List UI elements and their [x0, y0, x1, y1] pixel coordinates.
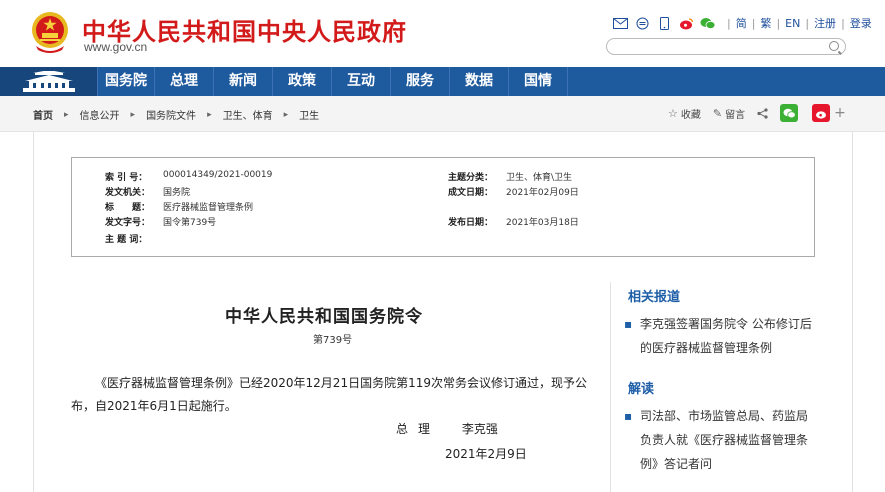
- share-button[interactable]: [757, 107, 768, 119]
- meta-index-label: 索 引 号：: [105, 173, 148, 183]
- meta-doc-no-row: 发文字号： 国令第739号: [105, 215, 216, 228]
- document-meta-table: 索 引 号： 000014349/2021-00019 主题分类： 卫生、体育\…: [71, 157, 815, 257]
- link-register[interactable]: 注册: [814, 15, 836, 31]
- mail-icon[interactable]: [612, 16, 628, 30]
- meta-keywords-label: 主 题 词：: [105, 235, 148, 245]
- breadcrumb-health[interactable]: 卫生: [299, 107, 319, 122]
- breadcrumb: 首页 ▸ 信息公开 ▸ 国务院文件 ▸ 卫生、体育 ▸ 卫生: [33, 107, 319, 123]
- breadcrumb-home[interactable]: 首页: [33, 107, 53, 122]
- search-icon[interactable]: [829, 41, 839, 51]
- weibo-icon: [815, 110, 826, 119]
- link-simplified[interactable]: 简: [736, 15, 747, 31]
- meta-published-label: 发布日期：: [448, 218, 494, 228]
- edit-icon: ✎: [712, 106, 723, 120]
- breadcrumb-state-council-docs[interactable]: 国务院文件: [146, 107, 196, 122]
- favorite-button[interactable]: ☆ 收藏: [668, 106, 701, 121]
- signature-name: 李克强: [461, 422, 498, 436]
- meta-issuer-value: 国务院: [163, 188, 191, 198]
- separator: |: [776, 16, 781, 30]
- meta-doc-no-label: 发文字号：: [105, 218, 151, 228]
- meta-category-value: 卫生、体育\卫生: [506, 173, 573, 183]
- link-traditional[interactable]: 繁: [760, 15, 771, 31]
- separator: |: [805, 16, 810, 30]
- nav-item-national-conditions[interactable]: 国情: [509, 67, 568, 96]
- breadcrumb-bar: 首页 ▸ 信息公开 ▸ 国务院文件 ▸ 卫生、体育 ▸ 卫生 ☆ 收藏 ✎ 留言…: [0, 96, 885, 132]
- top-links: | 简 | 繁 | EN | 注册 | 登录: [612, 15, 872, 31]
- breadcrumb-info-disclosure[interactable]: 信息公开: [80, 107, 120, 122]
- star-icon: ☆: [668, 106, 678, 120]
- bullet-icon: ▪: [624, 409, 633, 423]
- breadcrumb-health-sports[interactable]: 卫生、体育: [223, 107, 273, 122]
- search-input[interactable]: [606, 38, 846, 55]
- nav-item-interaction[interactable]: 互动: [332, 67, 391, 96]
- meta-published-value: 2021年03月18日: [506, 218, 579, 228]
- meta-doc-no-value: 国令第739号: [163, 218, 217, 228]
- meta-category-label: 主题分类：: [448, 173, 494, 183]
- chevron-right-icon: ▸: [207, 109, 212, 120]
- meta-published-row: 发布日期： 2021年03月18日: [448, 215, 579, 228]
- sign-date: 2021年2月9日: [445, 447, 527, 461]
- share-wechat-button[interactable]: [780, 104, 799, 122]
- signature-role: 总理: [396, 422, 441, 436]
- chevron-right-icon: ▸: [130, 109, 136, 120]
- weibo-icon[interactable]: [678, 16, 694, 30]
- chevron-right-icon: ▸: [283, 109, 289, 120]
- article-title: 中华人民共和国国务院令: [225, 307, 423, 327]
- wechat-icon: [783, 108, 796, 118]
- nav-item-policies[interactable]: 政策: [273, 67, 332, 96]
- site-header: 中华人民共和国中央人民政府 www.gov.cn | 简 | 繁 | EN | …: [0, 0, 885, 67]
- meta-title-value: 医疗器械监督管理条例: [163, 203, 254, 213]
- meta-issuer-label: 发文机关：: [105, 188, 151, 198]
- nav-item-premier[interactable]: 总理: [155, 67, 214, 96]
- nav-item-data[interactable]: 数据: [450, 67, 509, 96]
- article-body: 《医疗器械监督管理条例》已经2020年12月21日国务院第119次常务会议修订通…: [71, 376, 587, 413]
- meta-issuer-row: 发文机关： 国务院: [105, 185, 190, 198]
- nav-item-state-council[interactable]: 国务院: [97, 67, 155, 96]
- meta-created-value: 2021年02月09日: [506, 188, 579, 198]
- tiananmen-logo-icon[interactable]: [0, 67, 97, 96]
- site-url[interactable]: www.gov.cn: [84, 40, 147, 54]
- meta-title-label: 标 题：: [105, 203, 151, 213]
- related-report-link[interactable]: ▪ 李克强签署国务院令 公布修订后的医疗器械监督管理条例: [624, 312, 814, 360]
- article-actions: ☆ 收藏 ✎ 留言 +: [668, 104, 846, 122]
- share-icon: [757, 107, 768, 119]
- national-emblem-icon[interactable]: [30, 10, 70, 54]
- comment-label: 留言: [725, 109, 746, 121]
- meta-index-row: 索 引 号： 000014349/2021-00019: [105, 170, 272, 183]
- chevron-right-icon: ▸: [64, 109, 69, 120]
- more-share-button[interactable]: +: [834, 105, 846, 121]
- main-nav: 国务院 总理 新闻 政策 互动 服务 数据 国情: [0, 67, 885, 96]
- separator: |: [727, 16, 731, 30]
- meta-category-row: 主题分类： 卫生、体育\卫生: [448, 170, 572, 183]
- related-reports-heading: 相关报道: [628, 290, 681, 305]
- nav-item-news[interactable]: 新闻: [214, 67, 273, 96]
- wechat-icon[interactable]: [700, 16, 716, 30]
- meta-created-row: 成文日期： 2021年02月09日: [448, 185, 579, 198]
- signature: 总理 李克强: [396, 420, 498, 437]
- share-weibo-button[interactable]: [812, 104, 831, 122]
- meta-title-row: 标 题： 医疗器械监督管理条例: [105, 200, 253, 213]
- meta-keywords-row: 主 题 词：: [105, 232, 163, 245]
- link-login[interactable]: 登录: [850, 15, 872, 31]
- separator: |: [751, 16, 756, 30]
- comment-button[interactable]: ✎ 留言: [713, 106, 745, 121]
- related-report-text[interactable]: 李克强签署国务院令 公布修订后的医疗器械监督管理条例: [624, 312, 814, 360]
- link-english[interactable]: EN: [785, 17, 800, 30]
- nav-item-services[interactable]: 服务: [391, 67, 450, 96]
- separator: |: [841, 16, 845, 30]
- bullet-icon: ▪: [624, 317, 633, 331]
- message-icon[interactable]: [634, 16, 650, 30]
- interpretation-link[interactable]: ▪ 司法部、市场监管总局、药监局负责人就《医疗器械监督管理条例》答记者问: [624, 404, 814, 476]
- interpretation-heading: 解读: [628, 382, 655, 397]
- interpretation-text[interactable]: 司法部、市场监管总局、药监局负责人就《医疗器械监督管理条例》答记者问: [624, 404, 814, 476]
- mobile-icon[interactable]: [656, 16, 672, 30]
- favorite-label: 收藏: [680, 109, 701, 121]
- sidebar-divider: [610, 282, 611, 492]
- meta-index-value: 000014349/2021-00019: [163, 170, 273, 180]
- article-subtitle: 第739号: [313, 335, 353, 346]
- meta-created-label: 成文日期：: [448, 188, 494, 198]
